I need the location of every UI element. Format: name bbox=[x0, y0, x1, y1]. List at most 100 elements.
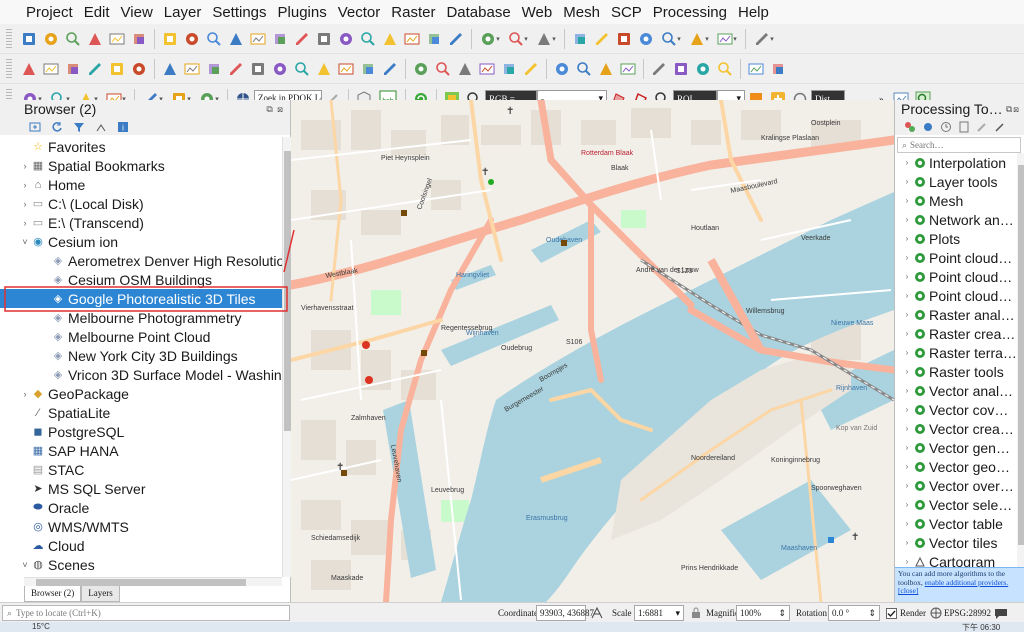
processing-toolbox-title: Processing To… ⧉⊠ bbox=[895, 100, 1024, 118]
algorithm-group-icon bbox=[914, 309, 926, 321]
messages-icon[interactable] bbox=[994, 605, 1008, 621]
red-annotation-overlay bbox=[4, 229, 295, 312]
processing-group[interactable]: › Network an… bbox=[895, 210, 1017, 229]
expand-arrow-icon[interactable]: › bbox=[901, 538, 913, 547]
processing-group[interactable]: › Vector tiles bbox=[895, 533, 1017, 552]
expand-arrow-icon[interactable]: › bbox=[901, 329, 913, 338]
expand-arrow-icon[interactable]: › bbox=[901, 557, 913, 566]
expand-arrow-icon[interactable]: › bbox=[901, 177, 913, 186]
processing-group-label: Cartogram bbox=[929, 553, 996, 568]
options-icon[interactable] bbox=[993, 120, 1007, 134]
coordinate-field[interactable]: 93903, 436887 bbox=[536, 605, 594, 621]
expand-arrow-icon[interactable]: › bbox=[901, 215, 913, 224]
processing-group-label: Point cloud… bbox=[929, 287, 1013, 304]
processing-group-label: Vector over… bbox=[929, 477, 1014, 494]
processing-group[interactable]: › Point cloud… bbox=[895, 248, 1017, 267]
algorithm-group-icon bbox=[914, 366, 926, 378]
locator-search-input[interactable]: ⌕ Type to locate (Ctrl+K) bbox=[2, 605, 290, 621]
algorithm-group-icon bbox=[914, 442, 926, 454]
algorithm-group-icon bbox=[914, 195, 926, 207]
annotation-line bbox=[283, 229, 295, 273]
rotation-field[interactable]: 0.0 ° ⇕ bbox=[828, 605, 880, 621]
processing-group-label: Mesh bbox=[929, 192, 964, 209]
algorithm-group-icon bbox=[914, 328, 926, 340]
processing-vertical-scrollbar[interactable] bbox=[1017, 153, 1024, 567]
enable-providers-link[interactable]: enable additional providers. bbox=[925, 578, 1009, 587]
dock-buttons[interactable]: ⧉⊠ bbox=[1006, 104, 1020, 115]
expand-arrow-icon[interactable]: › bbox=[901, 386, 913, 395]
algorithm-group-icon bbox=[914, 385, 926, 397]
processing-toolbox-panel: Processing To… ⧉⊠ ⌕ Search… › Interpolatio… bbox=[894, 100, 1024, 602]
expand-arrow-icon[interactable]: › bbox=[901, 310, 913, 319]
crs-icon[interactable] bbox=[930, 605, 942, 621]
expand-arrow-icon[interactable]: › bbox=[901, 405, 913, 414]
scale-field[interactable]: 1:6881 ▾ bbox=[634, 605, 684, 621]
processing-group-label: Point cloud… bbox=[929, 249, 1013, 266]
crs-label[interactable]: EPSG:28992 bbox=[944, 605, 991, 621]
processing-group[interactable]: › Plots bbox=[895, 229, 1017, 248]
processing-group[interactable]: › Raster crea… bbox=[895, 324, 1017, 343]
render-checkbox[interactable] bbox=[886, 605, 897, 621]
processing-group-label: Vector anal… bbox=[929, 382, 1014, 399]
expand-arrow-icon[interactable]: › bbox=[901, 196, 913, 205]
edit-features-icon[interactable] bbox=[975, 120, 989, 134]
expand-arrow-icon[interactable]: › bbox=[901, 253, 913, 262]
processing-group[interactable]: › Vector table bbox=[895, 514, 1017, 533]
expand-arrow-icon[interactable]: › bbox=[901, 500, 913, 509]
algorithm-group-icon bbox=[914, 480, 926, 492]
processing-group[interactable]: › Vector crea… bbox=[895, 419, 1017, 438]
processing-group[interactable]: › Point cloud… bbox=[895, 286, 1017, 305]
qgis-window: Project Edit View Layer Settings Plugins Vecto… bbox=[0, 0, 1024, 632]
processing-title-text: Processing To… bbox=[901, 101, 1003, 117]
expand-arrow-icon[interactable]: › bbox=[901, 462, 913, 471]
models-icon[interactable] bbox=[903, 120, 917, 134]
algorithm-group-icon bbox=[914, 271, 926, 283]
processing-group[interactable]: › Point cloud… bbox=[895, 267, 1017, 286]
expand-arrow-icon[interactable]: › bbox=[901, 424, 913, 433]
expand-arrow-icon[interactable]: › bbox=[901, 234, 913, 243]
status-bar: ⌕ Type to locate (Ctrl+K) Coordinate 9390… bbox=[0, 602, 1024, 622]
taskbar-clock: 下午 06:30 bbox=[962, 623, 1001, 632]
expand-arrow-icon[interactable]: › bbox=[901, 367, 913, 376]
algorithm-group-icon bbox=[914, 537, 926, 549]
processing-group[interactable]: › Mesh bbox=[895, 191, 1017, 210]
processing-group[interactable]: › Vector gen… bbox=[895, 438, 1017, 457]
expand-arrow-icon[interactable]: › bbox=[901, 519, 913, 528]
scripts-icon[interactable] bbox=[921, 120, 935, 134]
scale-label: Scale bbox=[612, 608, 632, 618]
processing-group-label: Vector cov… bbox=[929, 401, 1009, 418]
coordinate-toggle-icon[interactable] bbox=[590, 605, 604, 621]
close-note-link[interactable]: [close] bbox=[898, 586, 918, 595]
cartogram-plugin-icon bbox=[914, 556, 926, 568]
expand-arrow-icon[interactable]: › bbox=[901, 443, 913, 452]
processing-group[interactable]: › Interpolation bbox=[895, 153, 1017, 172]
processing-group[interactable]: › Vector sele… bbox=[895, 495, 1017, 514]
processing-group[interactable]: › Vector geo… bbox=[895, 457, 1017, 476]
processing-group[interactable]: › Raster terra… bbox=[895, 343, 1017, 362]
processing-group-label: Vector table bbox=[929, 515, 1003, 532]
expand-arrow-icon[interactable]: › bbox=[901, 272, 913, 281]
processing-group[interactable]: › Layer tools bbox=[895, 172, 1017, 191]
processing-group[interactable]: › Vector cov… bbox=[895, 400, 1017, 419]
expand-arrow-icon[interactable]: › bbox=[901, 348, 913, 357]
magnifier-field[interactable]: 100% ⇕ bbox=[736, 605, 790, 621]
processing-group-label: Network an… bbox=[929, 211, 1014, 228]
expand-arrow-icon[interactable]: › bbox=[901, 481, 913, 490]
processing-group[interactable]: › Cartogram bbox=[895, 552, 1017, 568]
lock-scale-icon[interactable] bbox=[690, 605, 702, 621]
results-icon[interactable] bbox=[957, 120, 971, 134]
processing-group[interactable]: › Raster anal… bbox=[895, 305, 1017, 324]
algorithm-group-icon bbox=[914, 290, 926, 302]
algorithm-group-icon bbox=[914, 423, 926, 435]
processing-group-label: Raster crea… bbox=[929, 325, 1016, 342]
expand-arrow-icon[interactable]: › bbox=[901, 158, 913, 167]
processing-group[interactable]: › Raster tools bbox=[895, 362, 1017, 381]
processing-search-input[interactable]: ⌕ Search… bbox=[897, 137, 1021, 153]
expand-arrow-icon[interactable]: › bbox=[901, 291, 913, 300]
processing-group[interactable]: › Vector anal… bbox=[895, 381, 1017, 400]
processing-providers-note: You can add more algorithms to the toolb… bbox=[895, 567, 1024, 602]
processing-group-label: Vector geo… bbox=[929, 458, 1010, 475]
processing-group[interactable]: › Vector over… bbox=[895, 476, 1017, 495]
history-icon[interactable] bbox=[939, 120, 953, 134]
processing-algorithm-tree: › Interpolation › Layer tools › Mesh › Network … bbox=[895, 153, 1017, 568]
